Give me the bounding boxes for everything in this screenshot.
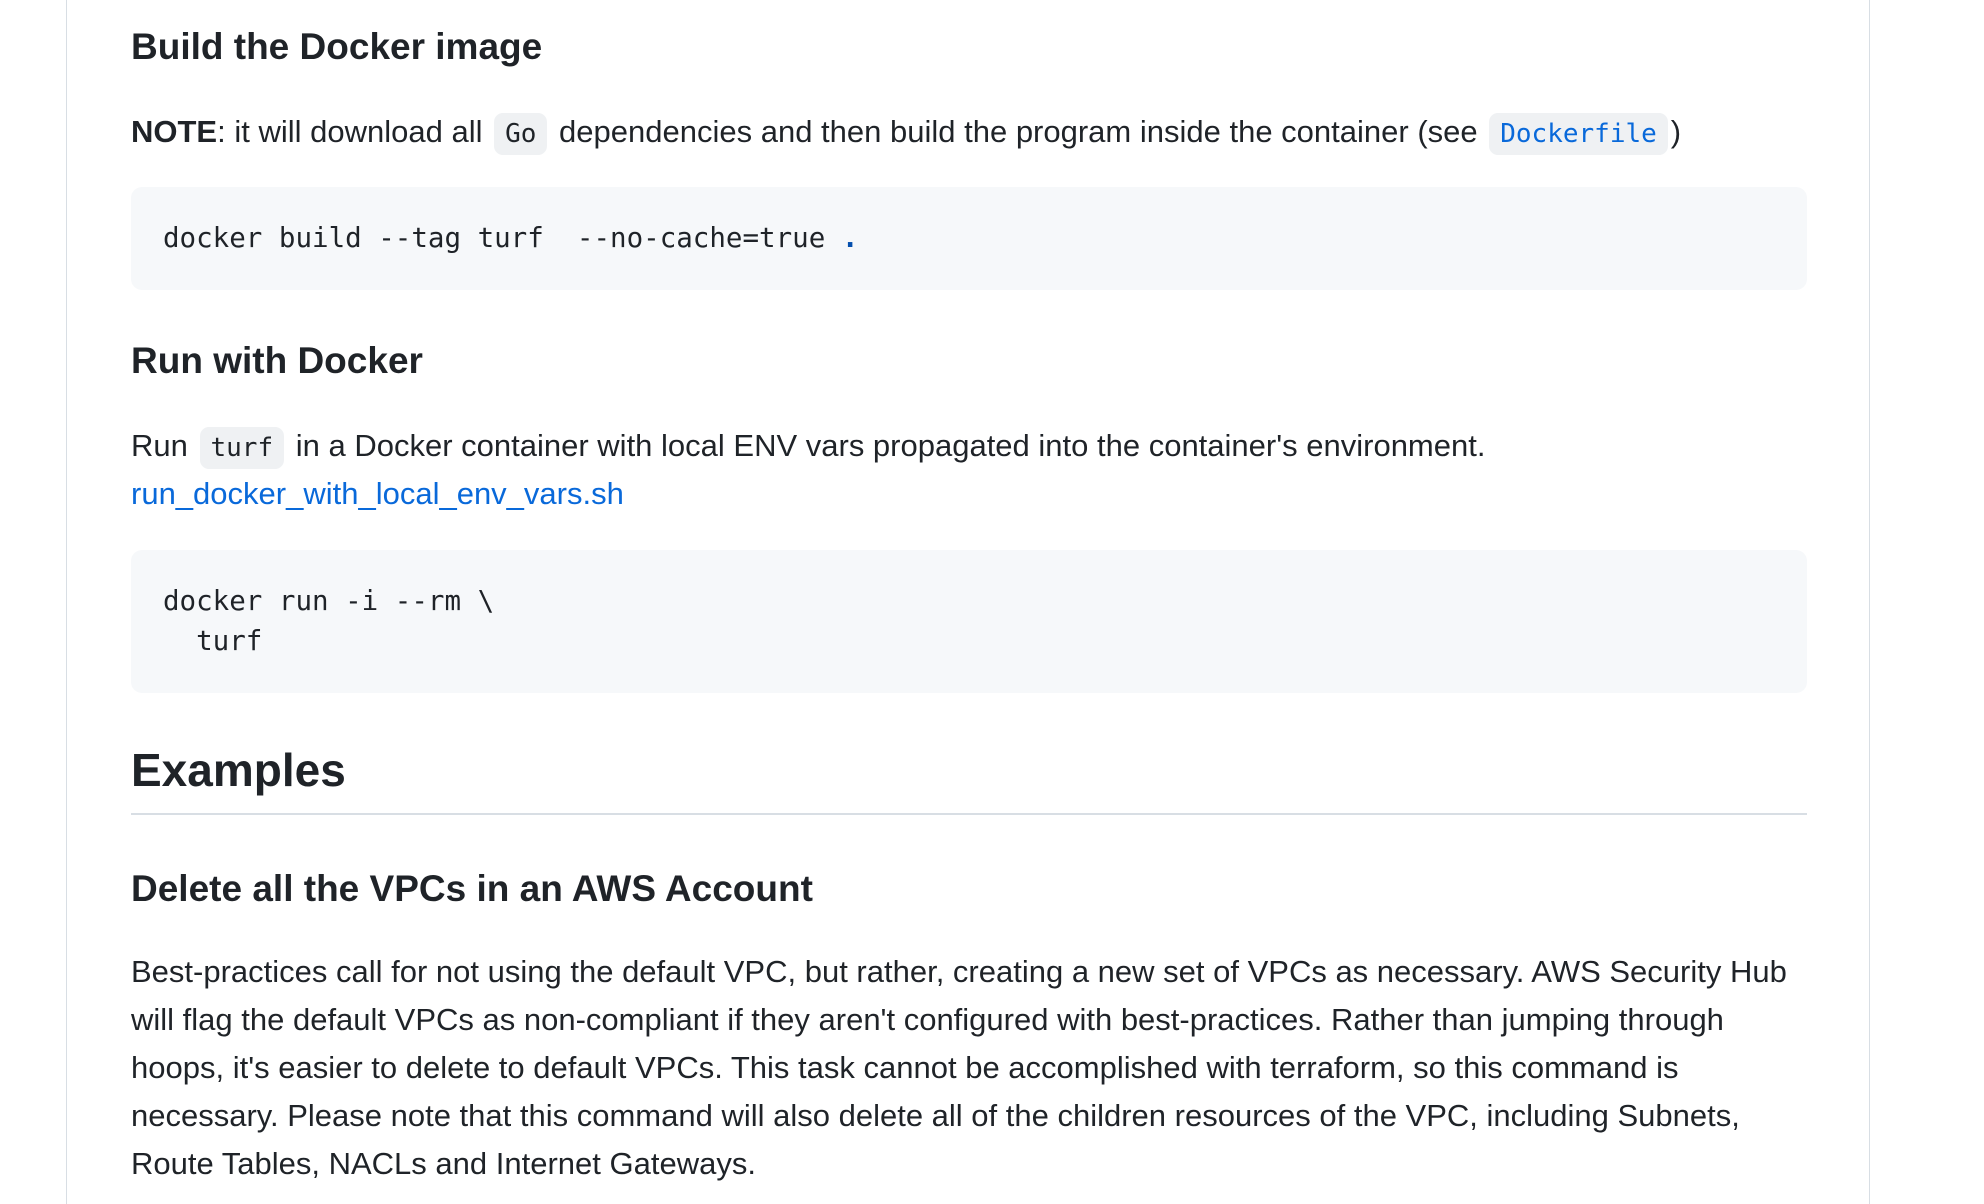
heading-run-with-docker: Run with Docker [131,340,423,381]
inline-code-go: Go [494,113,548,155]
heading-examples: Examples [131,744,346,796]
inline-code-turf: turf [199,427,285,469]
run-description-paragraph: Run turf in a Docker container with loca… [131,422,1485,472]
examples-divider [131,813,1807,815]
run-text-2: in a Docker container with local ENV var… [295,428,1486,463]
note-text-1: : it will download all [217,114,483,149]
build-note-paragraph: NOTE: it will download all Go dependenci… [131,108,1681,158]
run-docker-script-link[interactable]: run_docker_with_local_env_vars.sh [131,476,624,511]
docker-run-command: docker run -i --rm \ turf [163,581,1775,661]
docker-run-line-2: turf [163,625,263,657]
docker-run-line-1: docker run -i --rm \ [163,585,495,617]
code-block-docker-run[interactable]: docker run -i --rm \ turf [131,550,1807,693]
run-text-1: Run [131,428,188,463]
inline-code-dockerfile: Dockerfile [1489,113,1668,155]
docker-build-command: docker build --tag turf --no-cache=true … [163,218,1775,258]
docker-build-command-dot: . [841,222,859,254]
note-label: NOTE [131,114,218,149]
delete-vpcs-paragraph: Best-practices call for not using the de… [131,954,1787,1181]
heading-delete-vpcs: Delete all the VPCs in an AWS Account [131,868,813,909]
run-script-link-paragraph: run_docker_with_local_env_vars.sh [131,470,624,518]
heading-build-docker-image: Build the Docker image [131,26,543,67]
dockerfile-link[interactable]: Dockerfile [1486,113,1671,155]
note-text-3: ) [1670,114,1682,149]
note-text-2: dependencies and then build the program … [559,114,1478,149]
code-block-docker-build[interactable]: docker build --tag turf --no-cache=true … [131,187,1807,290]
docker-build-command-text: docker build --tag turf --no-cache=true [163,222,842,254]
